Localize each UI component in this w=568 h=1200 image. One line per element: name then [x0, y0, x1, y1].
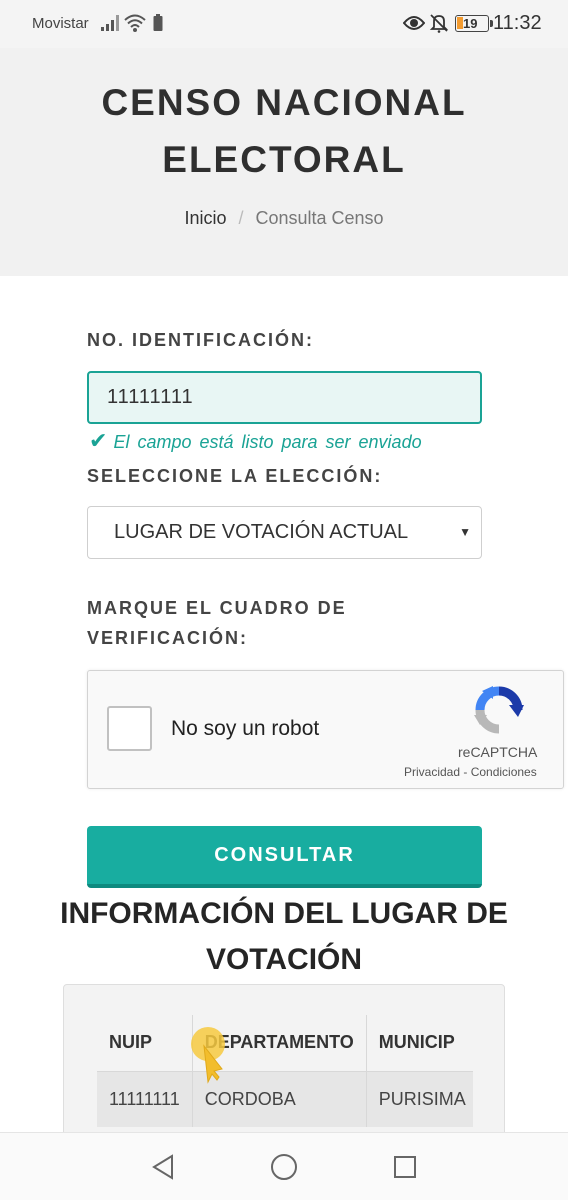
checkmark-icon: ✔	[89, 428, 108, 453]
column-header-municipio: MUNICIP	[366, 1015, 473, 1071]
cell-nuip: 11111111	[97, 1070, 193, 1127]
validation-text: El campo está listo para ser enviado	[113, 432, 422, 452]
dropdown-arrow-icon: ▼	[459, 525, 471, 539]
validation-message: ✔ El campo está listo para ser enviado	[89, 428, 422, 454]
election-label: SELECCIONE LA ELECCIÓN:	[87, 466, 383, 486]
eye-icon	[403, 16, 425, 30]
recaptcha-links[interactable]: Privacidad - Condiciones	[404, 765, 537, 779]
cell-municipio: PURISIMA	[366, 1070, 473, 1127]
result-table-card: NUIP DEPARTAMENTO MUNICIP 11111111 CORDO…	[63, 984, 505, 1144]
recaptcha-brand: reCAPTCHA	[458, 744, 538, 760]
election-selected-value: LUGAR DE VOTACIÓN ACTUAL	[114, 521, 409, 543]
touch-pointer-icon	[191, 1027, 225, 1084]
table-row: 11111111 CORDOBA PURISIMA	[97, 1070, 473, 1127]
breadcrumb: Inicio / Consulta Censo	[0, 208, 568, 229]
breadcrumb-current: Consulta Censo	[255, 208, 384, 228]
recaptcha-widget: No soy un robot reCAPTCHA Privacidad - C…	[87, 670, 564, 789]
recaptcha-label: No soy un robot	[171, 717, 320, 740]
bell-off-icon	[429, 14, 449, 33]
result-section-title: INFORMACIÓN DEL LUGAR DE VOTACIÓN	[60, 897, 508, 976]
battery-saver-icon	[153, 14, 163, 31]
recent-apps-icon[interactable]	[393, 1155, 417, 1179]
clock: 11:32	[493, 12, 542, 34]
carrier-name: Movistar	[32, 15, 89, 32]
consultar-button[interactable]: CONSULTAR	[87, 826, 482, 888]
captcha-label: MARQUE EL CUADRO DE VERIFICACIÓN:	[87, 598, 347, 648]
home-icon[interactable]	[270, 1153, 298, 1181]
recaptcha-checkbox[interactable]	[107, 706, 152, 751]
wifi-icon	[124, 14, 146, 32]
breadcrumb-separator: /	[238, 208, 244, 228]
page-title: CENSO NACIONAL ELECTORAL	[101, 82, 467, 180]
id-label: NO. IDENTIFICACIÓN:	[87, 330, 314, 350]
battery-icon: 19	[455, 15, 493, 32]
status-bar: Movistar 19 11:32	[0, 0, 568, 48]
table-header-row: NUIP DEPARTAMENTO MUNICIP	[97, 1015, 473, 1071]
column-header-nuip: NUIP	[97, 1015, 193, 1071]
election-select[interactable]: LUGAR DE VOTACIÓN ACTUAL ▼	[87, 506, 482, 559]
breadcrumb-home-link[interactable]: Inicio	[184, 208, 226, 228]
signal-icon	[101, 15, 119, 31]
result-table: NUIP DEPARTAMENTO MUNICIP 11111111 CORDO…	[97, 1015, 473, 1127]
recaptcha-logo-icon	[474, 686, 524, 734]
result-table-scroll[interactable]: NUIP DEPARTAMENTO MUNICIP 11111111 CORDO…	[97, 1015, 473, 1143]
battery-level: 19	[463, 16, 478, 31]
back-icon[interactable]	[150, 1153, 176, 1181]
id-number-input[interactable]: 11111111	[87, 371, 482, 424]
page-header: CENSO NACIONAL ELECTORAL Inicio / Consulta…	[0, 48, 568, 276]
system-nav-bar	[0, 1132, 568, 1200]
